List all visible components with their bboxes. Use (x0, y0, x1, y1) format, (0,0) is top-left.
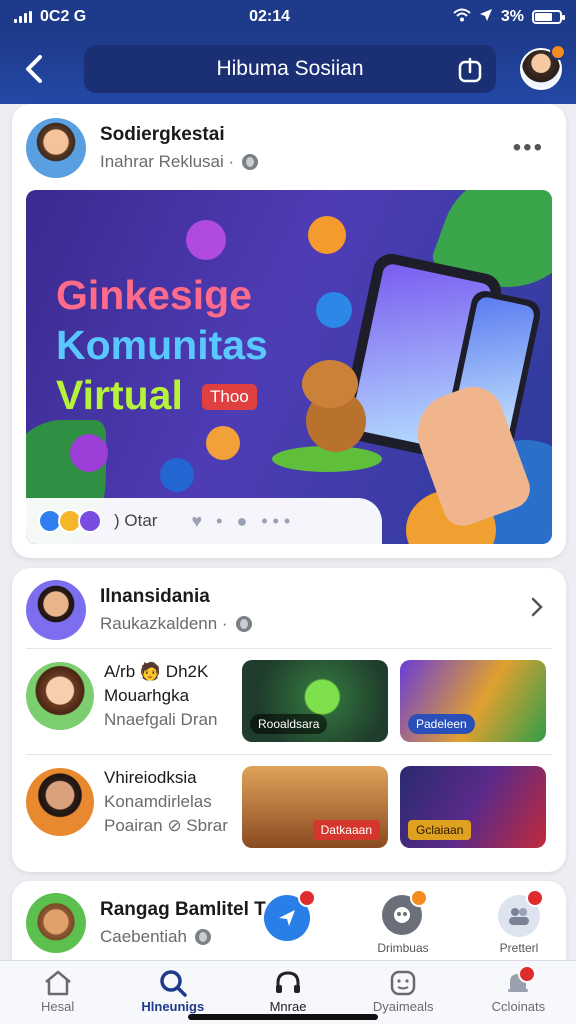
thumbnail-label: Padeleen (408, 714, 475, 734)
profile-avatar[interactable] (520, 44, 566, 90)
wifi-icon (453, 8, 471, 27)
notification-badge (298, 889, 316, 907)
globe-icon (235, 616, 252, 632)
game-thumbnail[interactable]: Rooaldsara (242, 660, 388, 742)
group-name[interactable]: Ilnansidania (100, 586, 530, 608)
friend-line1: A/rb 🧑 Dh2K (104, 662, 209, 681)
post-banner-image[interactable]: Ginkesige Komunitas Virtual Thoo ) Otar … (26, 190, 552, 544)
bear-mascot (296, 360, 376, 456)
people-button[interactable] (498, 889, 544, 937)
divider (26, 648, 552, 649)
more-options-button[interactable]: ••• (505, 134, 552, 162)
thumbnail-label: Gclaiaan (408, 820, 472, 840)
friend-line2: Konamdirlelas (104, 792, 212, 811)
user-icon[interactable]: ● (236, 511, 247, 532)
bell-icon (502, 965, 537, 999)
friends-card: Ilnansidania Raukazkaldenn · A/rb 🧑 Dh2K… (12, 568, 566, 872)
fab-label: Pretterl (499, 941, 539, 955)
page-title-pill[interactable]: Hibuma Sosiian (84, 45, 496, 93)
battery-percent: 3% (500, 8, 524, 25)
group-subtitle: Raukazkaldenn · (100, 614, 228, 633)
notification-badge (518, 965, 537, 983)
chevron-right-icon[interactable] (530, 596, 552, 624)
reaction-bar[interactable]: ) Otar ♥ • ● • • • (26, 498, 382, 544)
dot-icon: • (216, 510, 223, 531)
group-avatar[interactable] (26, 580, 86, 640)
chat-bubble-icon (186, 220, 226, 260)
message-icon (316, 292, 352, 328)
heart-icon[interactable]: ♥ (191, 511, 202, 532)
emoji-icon (308, 216, 346, 254)
friend-line3: Nnaefgali Dran (104, 710, 218, 729)
clock: 02:14 (249, 8, 291, 25)
notification-badge (410, 889, 428, 907)
reaction-count: ) Otar (114, 511, 158, 530)
home-icon (42, 967, 74, 999)
battery-icon (531, 10, 565, 24)
notification-dot (550, 44, 566, 60)
suggestion-name[interactable]: Rangag Bamlitel T (100, 899, 552, 921)
nav-label: Hlneunigs (141, 999, 205, 1014)
location-icon (479, 8, 493, 27)
friend-line3: Poairan ⊘ Sbrar (104, 816, 228, 835)
home-indicator[interactable] (188, 1014, 378, 1020)
thumbnail-label: Rooaldsara (250, 714, 328, 734)
fab-label: Drimbuas (377, 941, 429, 955)
nav-label: Dyaimeals (372, 999, 434, 1014)
suggestion-subtitle: Caebentiah (100, 927, 187, 946)
banner-badge: Thoo (202, 384, 257, 410)
search-icon (157, 967, 189, 999)
wow-reaction-icon (78, 509, 102, 533)
send-button[interactable] (264, 889, 316, 941)
friend-avatar[interactable] (26, 768, 94, 836)
nav-label: Ccloinats (491, 999, 546, 1014)
notification-badge (526, 889, 544, 907)
gamepad-button[interactable] (382, 889, 428, 935)
chevron-left-icon (26, 55, 42, 83)
user-icon (160, 458, 194, 492)
game-thumbnail[interactable]: Datkaaan (242, 766, 388, 848)
nav-item-home[interactable]: Hesal (0, 961, 115, 1024)
status-bar: 0C2 G 02:14 3% (0, 0, 576, 34)
author-name[interactable]: Sodiergkestai (100, 124, 505, 146)
nav-item-notifications[interactable]: Ccloinats (461, 961, 576, 1024)
post-card: Sodiergkestai Inahrar Reklusai · ••• Gin… (12, 104, 566, 558)
game-thumbnail[interactable]: Gclaiaan (400, 766, 546, 848)
globe-icon (242, 154, 259, 170)
friend-line2: Mouarhgka (104, 686, 190, 705)
headset-icon (272, 967, 304, 999)
more-dots-icon[interactable]: • • • (261, 511, 290, 532)
share-icon[interactable] (458, 57, 482, 89)
people-icon (509, 908, 529, 925)
globe-icon (194, 929, 211, 945)
signal-icon (14, 11, 32, 23)
app-header: Hibuma Sosiian (0, 34, 576, 104)
divider (26, 754, 552, 755)
post-subtitle: Inahrar Reklusai · (100, 152, 235, 171)
game-thumbnail[interactable]: Padeleen (400, 660, 546, 742)
star-icon (70, 434, 108, 472)
author-avatar[interactable] (26, 118, 86, 178)
friend-avatar[interactable] (26, 662, 94, 730)
page-title: Hibuma Sosiian (216, 57, 364, 80)
emoji-icon (206, 426, 240, 460)
suggestion-avatar[interactable] (26, 893, 86, 953)
back-button[interactable] (14, 49, 54, 89)
send-icon (279, 910, 295, 926)
gamepad-icon (394, 907, 410, 923)
carrier-label: 0C2 G (40, 8, 87, 25)
friend-line1: Vhireiodksia (104, 768, 197, 787)
thumbnail-label: Datkaaan (312, 820, 380, 840)
nav-label: Mnrae (269, 999, 307, 1014)
face-icon (387, 967, 419, 999)
nav-label: Hesal (40, 999, 75, 1014)
